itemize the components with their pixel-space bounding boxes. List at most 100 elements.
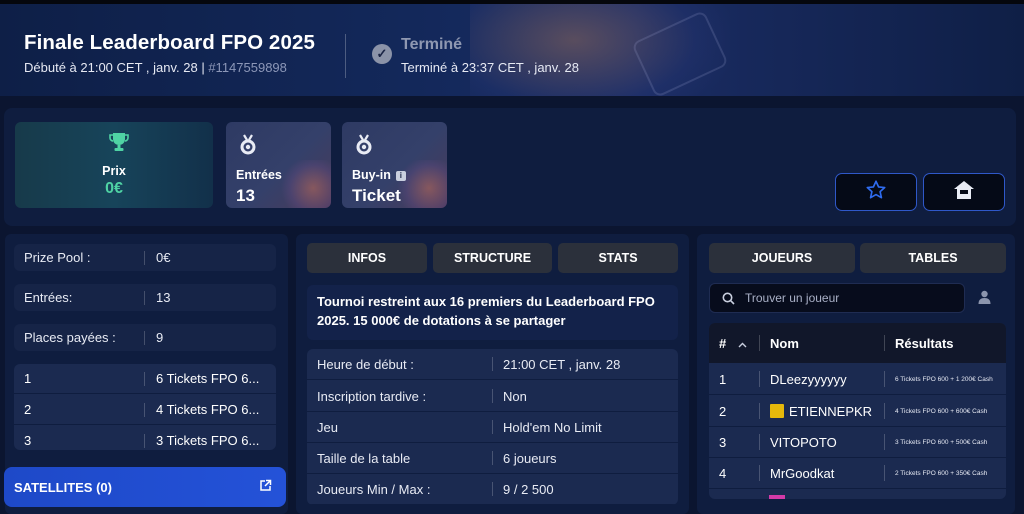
tournament-id: #1147559898 bbox=[208, 60, 287, 75]
info-icon[interactable]: i bbox=[395, 171, 406, 181]
external-link-icon bbox=[259, 479, 272, 495]
player-result: 3 Tickets FPO 600 + 500€ Cash bbox=[895, 438, 988, 446]
tab-tables[interactable]: TABLES bbox=[860, 243, 1006, 273]
info-row: Jeu Hold'em No Limit bbox=[307, 412, 678, 443]
page-title: Finale Leaderboard FPO 2025 bbox=[24, 31, 315, 54]
start-info: Débuté à 21:00 CET , janv. 28 | #1147559… bbox=[24, 60, 287, 75]
info-label: Heure de début : bbox=[317, 356, 414, 372]
player-rank: 1 bbox=[719, 371, 727, 387]
player-name: ETIENNEPKR bbox=[760, 404, 884, 419]
player-rank: 3 bbox=[719, 434, 727, 450]
table-row[interactable]: 4 MrGoodkat 2 Tickets FPO 600 + 350€ Cas… bbox=[709, 458, 1006, 489]
user-icon[interactable] bbox=[978, 290, 991, 309]
player-name: MrGoodkat bbox=[760, 466, 884, 481]
medal-icon bbox=[238, 134, 258, 161]
buyin-label-text: Buy-in bbox=[352, 168, 391, 182]
player-result: 4 Tickets FPO 600 + 600€ Cash bbox=[895, 407, 988, 415]
result-header: Résultats bbox=[895, 335, 954, 351]
tab-infos[interactable]: INFOS bbox=[307, 243, 427, 273]
tab-structure[interactable]: STRUCTURE bbox=[433, 243, 552, 273]
entries-label: Entrées bbox=[236, 168, 282, 182]
player-name-text: DLeezyyyyyy bbox=[770, 371, 847, 387]
table-row[interactable]: 1 DLeezyyyyyy 6 Tickets FPO 600 + 1 200€… bbox=[709, 364, 1006, 395]
lobby-button[interactable] bbox=[923, 173, 1005, 211]
name-header: Nom bbox=[770, 335, 799, 351]
player-name-text: VITOPOTO bbox=[770, 434, 837, 450]
payout-place: 1 bbox=[24, 371, 32, 386]
payout-place: 2 bbox=[24, 402, 32, 417]
info-row: Inscription tardive : Non bbox=[307, 381, 678, 412]
tournament-description: Tournoi restreint aux 16 premiers du Lea… bbox=[307, 285, 678, 340]
buyin-card: Buy-in i Ticket bbox=[342, 122, 447, 208]
info-value: Hold'em No Limit bbox=[503, 419, 602, 435]
player-result: 6 Tickets FPO 600 + 1 200€ Cash bbox=[895, 375, 993, 383]
payouts-list: 16 Tickets FPO 6... 24 Tickets FPO 6... … bbox=[14, 364, 276, 450]
info-label: Jeu bbox=[317, 419, 338, 435]
info-row: Joueurs Min / Max : 9 / 2 500 bbox=[307, 474, 678, 505]
player-name-text: ETIENNEPKR bbox=[789, 403, 873, 419]
info-value: Non bbox=[503, 388, 527, 404]
payout-prize: 3 Tickets FPO 6... bbox=[156, 433, 260, 448]
search-placeholder: Trouver un joueur bbox=[745, 291, 840, 305]
trophy-icon bbox=[108, 131, 130, 158]
player-rank: 4 bbox=[719, 465, 727, 481]
table-row[interactable]: 3 VITOPOTO 3 Tickets FPO 600 + 500€ Cash bbox=[709, 427, 1006, 458]
info-label: Taille de la table bbox=[317, 450, 411, 466]
satellites-label: SATELLITES (0) bbox=[14, 479, 112, 495]
entries-row: Entrées: 13 bbox=[14, 284, 276, 311]
info-label: Inscription tardive : bbox=[317, 388, 427, 404]
info-row: Heure de début : 21:00 CET , janv. 28 bbox=[307, 349, 678, 380]
row-value: 13 bbox=[156, 290, 171, 305]
rank-header[interactable]: # bbox=[709, 336, 759, 351]
prize-card: Prix 0€ bbox=[15, 122, 213, 208]
info-table: Heure de début : 21:00 CET , janv. 28 Ins… bbox=[307, 349, 678, 505]
separator: | bbox=[201, 60, 205, 75]
payout-row: 2 4 Tickets FPO 6... bbox=[14, 395, 276, 425]
home-icon bbox=[953, 180, 975, 205]
prize-value: 0€ bbox=[105, 180, 123, 197]
satellites-button[interactable]: SATELLITES (0) bbox=[4, 467, 286, 507]
row-label: Places payées : bbox=[24, 330, 116, 345]
table-header: # Nom Résultats bbox=[709, 323, 1006, 363]
entries-card: Entrées 13 bbox=[226, 122, 331, 208]
player-name: VITOPOTO bbox=[760, 435, 884, 450]
info-row: Taille de la table 6 joueurs bbox=[307, 443, 678, 474]
table-row[interactable]: 2 ETIENNEPKR 4 Tickets FPO 600 + 600€ Ca… bbox=[709, 396, 1006, 427]
info-value: 21:00 CET , janv. 28 bbox=[503, 356, 621, 372]
player-search-input[interactable]: Trouver un joueur bbox=[709, 283, 965, 313]
info-value: 6 joueurs bbox=[503, 450, 557, 466]
tab-stats[interactable]: STATS bbox=[558, 243, 678, 273]
favorite-button[interactable] bbox=[835, 173, 917, 211]
next-row-flag-fragment bbox=[769, 495, 785, 499]
info-value: 9 / 2 500 bbox=[503, 481, 554, 497]
player-rank: 2 bbox=[719, 403, 727, 419]
buyin-value: Ticket bbox=[352, 186, 401, 205]
start-time: Débuté à 21:00 CET , janv. 28 bbox=[24, 60, 198, 75]
tab-joueurs[interactable]: JOUEURS bbox=[709, 243, 855, 273]
prize-label: Prix bbox=[102, 164, 126, 178]
row-label: Prize Pool : bbox=[24, 250, 91, 265]
search-icon bbox=[722, 292, 735, 305]
row-value: 9 bbox=[156, 330, 164, 345]
payout-row: 1 6 Tickets FPO 6... bbox=[14, 364, 276, 394]
header-divider bbox=[345, 34, 346, 78]
payout-prize: 6 Tickets FPO 6... bbox=[156, 371, 260, 386]
payout-row: 3 3 Tickets FPO 6... bbox=[14, 426, 276, 450]
star-icon bbox=[865, 179, 887, 206]
players-table: # Nom Résultats 1 DLeezyyyyyy 6 Tickets … bbox=[709, 323, 1006, 499]
player-result: 2 Tickets FPO 600 + 350€ Cash bbox=[895, 469, 988, 477]
status-end-time: Terminé à 23:37 CET , janv. 28 bbox=[401, 60, 580, 75]
row-label: Entrées: bbox=[24, 290, 73, 305]
buyin-label: Buy-in i bbox=[352, 168, 406, 182]
rank-header-label: # bbox=[719, 335, 727, 351]
check-icon: ✓ bbox=[372, 44, 392, 64]
entries-value: 13 bbox=[236, 186, 255, 205]
player-name: DLeezyyyyyy bbox=[760, 372, 884, 387]
payout-prize: 4 Tickets FPO 6... bbox=[156, 402, 260, 417]
flag-icon bbox=[770, 404, 784, 418]
card-decoration bbox=[277, 160, 331, 208]
status-title: Terminé bbox=[401, 36, 463, 53]
paid-places-row: Places payées : 9 bbox=[14, 324, 276, 351]
sort-chevron-up-icon bbox=[738, 336, 747, 351]
payout-place: 3 bbox=[24, 433, 32, 448]
